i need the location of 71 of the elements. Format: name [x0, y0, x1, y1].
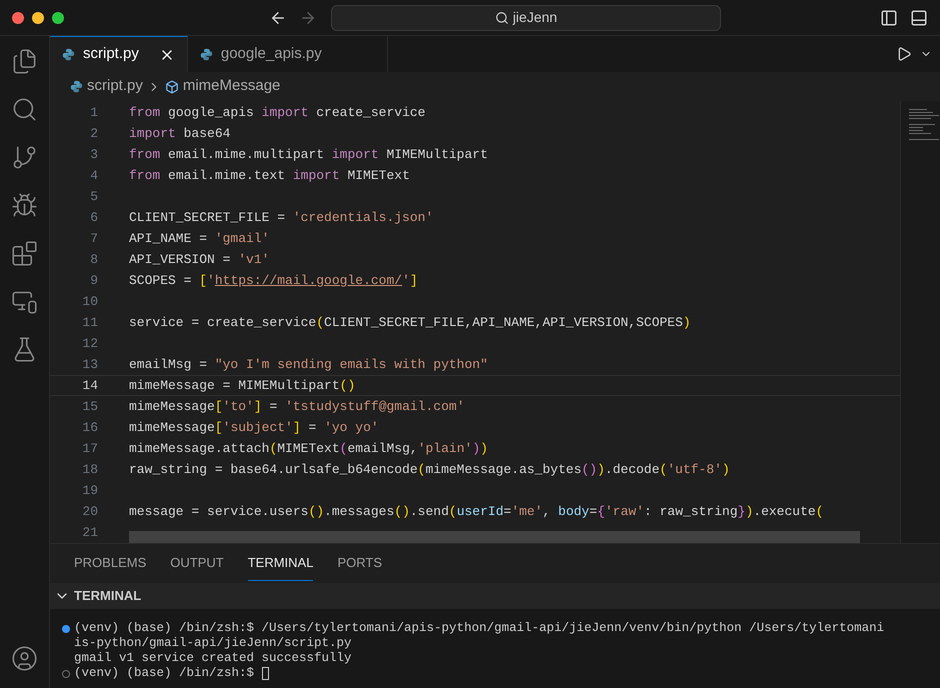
line-number: 9 — [89, 272, 98, 290]
search-icon[interactable] — [11, 96, 38, 123]
line-number: 17 — [81, 440, 98, 458]
line-number: 8 — [89, 250, 98, 269]
line-number: 4 — [89, 166, 98, 185]
code-line: mimeMessage['subject'] = 'yo yo' — [129, 418, 379, 437]
code-line: message = service.users().messages().send(userId='me', body={'raw': raw_string}).execute( — [129, 502, 824, 521]
close-window-button[interactable] — [12, 12, 24, 24]
terminal-header[interactable]: TERMINAL — [50, 583, 940, 609]
breadcrumb-file[interactable]: script.py — [87, 75, 143, 98]
code-line: from google_apis import create_service — [129, 104, 426, 122]
blocks-icon[interactable] — [11, 240, 38, 267]
breadcrumb-symbol[interactable]: mimeMessage — [182, 75, 280, 98]
symbol-icon — [164, 80, 179, 94]
code-line: raw_string = base64.urlsafe_b64encode(mimeMessage.as_bytes()).decode('utf-8') — [129, 460, 730, 479]
code-line: import base64 — [129, 124, 230, 143]
panel-tab[interactable]: OUTPUT — [170, 552, 224, 581]
code-line: from email.mime.multipart import MIMEMultipart — [129, 146, 488, 164]
minimize-window-button[interactable] — [32, 12, 44, 24]
line-number: 20 — [81, 502, 98, 521]
python-file-icon — [62, 48, 75, 61]
panel-tab[interactable]: TERMINAL — [248, 552, 314, 581]
panel-tab[interactable]: PROBLEMS — [74, 552, 146, 581]
line-number: 5 — [89, 188, 98, 206]
line-number: 2 — [89, 124, 98, 143]
code-line: service = create_service(CLIENT_SECRET_FILE,API_NAME,API_VERSION,SCOPES) — [129, 314, 691, 332]
code-line: CLIENT_SECRET_FILE = 'credentials.json' — [129, 208, 434, 227]
line-number: 21 — [81, 524, 98, 542]
panel-toggle-icon[interactable] — [910, 8, 928, 26]
terminal[interactable] — [50, 609, 940, 688]
line-number: 18 — [81, 460, 98, 479]
search-field[interactable]: jieJenn — [331, 4, 721, 30]
code-line: API_VERSION = 'v1' — [129, 250, 270, 269]
terminal-line: gmail v1 service created successfully — [74, 650, 352, 667]
line-number: 13 — [81, 356, 98, 374]
code-line: emailMsg = "yo I'm sending emails with python" — [129, 356, 488, 374]
panel-tab[interactable]: PORTS — [337, 552, 382, 581]
branch-icon[interactable] — [11, 144, 38, 171]
line-number: 19 — [81, 482, 98, 500]
files-icon[interactable] — [11, 48, 38, 75]
line-number: 16 — [81, 418, 98, 437]
horizontal-scrollbar[interactable] — [129, 531, 860, 543]
bug-icon[interactable] — [11, 192, 38, 219]
line-number: 11 — [81, 314, 98, 332]
python-file-icon — [70, 80, 83, 93]
terminal-line: is-python/gmail-api/jieJenn/script.py — [74, 635, 352, 652]
line-number: 7 — [89, 230, 98, 248]
maximize-window-button[interactable] — [52, 12, 64, 24]
search-icon — [494, 10, 509, 24]
terminal-line: (venv) (base) /bin/zsh:$ /Users/tylertomani/apis-python/gmail-api/jieJenn/venv/bin/python /Users/tylertomani — [74, 620, 884, 637]
run-icon[interactable] — [896, 46, 912, 62]
line-number: 12 — [81, 334, 98, 353]
line-number: 15 — [81, 398, 98, 416]
line-number: 6 — [89, 208, 98, 227]
code-line: mimeMessage = MIMEMultipart() — [129, 376, 356, 395]
editor-tab[interactable]: script.py — [50, 36, 188, 72]
cursor-icon — [262, 667, 270, 680]
code-line: SCOPES = ['https://mail.google.com/'] — [129, 272, 418, 290]
sidebar-toggle-icon[interactable] — [880, 8, 898, 26]
account-icon[interactable] — [11, 645, 38, 672]
code-line: mimeMessage.attach(MIMEText(emailMsg,'plain')) — [129, 440, 488, 458]
python-file-icon — [200, 48, 213, 60]
editor-tab[interactable]: google_apis.py — [188, 36, 388, 72]
line-number: 10 — [81, 292, 98, 311]
terminal-line: (venv) (base) /bin/zsh:$ — [74, 665, 254, 682]
code-line: from email.mime.text import MIMEText — [129, 166, 410, 185]
code-line: API_NAME = 'gmail' — [129, 230, 270, 248]
line-number: 3 — [89, 146, 98, 164]
code-line: mimeMessage['to'] = 'tstudystuff@gmail.com' — [129, 398, 465, 416]
line-number: 14 — [81, 376, 98, 395]
line-number: 1 — [89, 104, 98, 122]
